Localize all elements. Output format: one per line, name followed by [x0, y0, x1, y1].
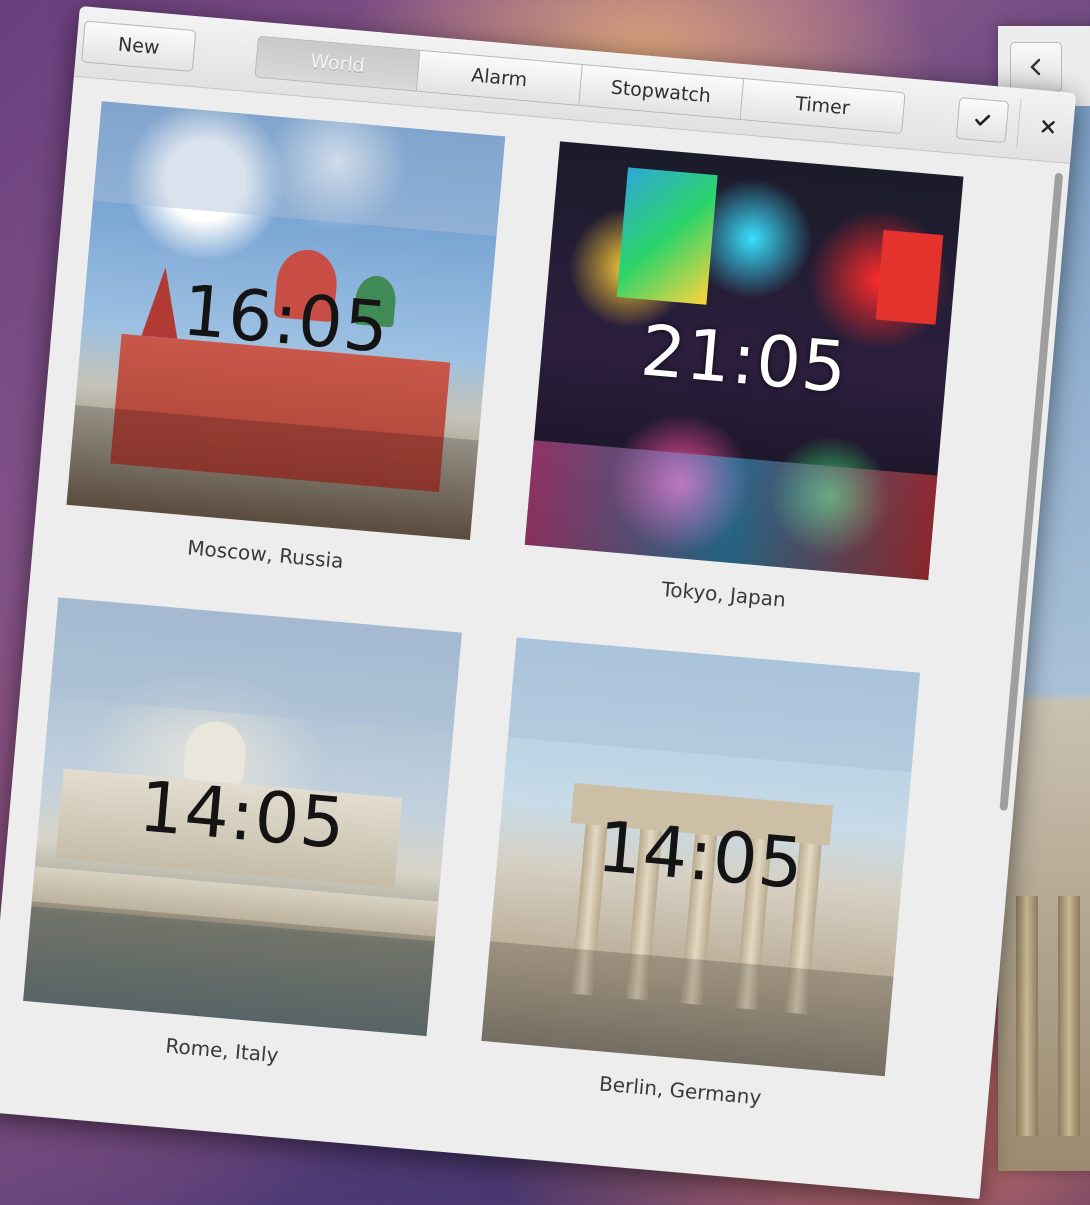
photo-column — [1016, 896, 1038, 1136]
clock-time: 14:05 — [594, 805, 808, 906]
clock-tile-rome[interactable]: 14:05 Rome, Italy — [19, 597, 462, 1080]
tab-timer[interactable]: Timer — [740, 79, 905, 134]
selection-mode-button[interactable] — [955, 96, 1010, 144]
chevron-left-icon — [1030, 58, 1041, 76]
image-band — [93, 101, 506, 237]
photo-column — [1058, 896, 1080, 1136]
tab-alarm[interactable]: Alarm — [417, 50, 583, 105]
header-separator — [1016, 98, 1022, 149]
clock-tile-moscow[interactable]: 16:05 Moscow, Russia — [63, 101, 506, 584]
close-button[interactable] — [1026, 105, 1069, 148]
image-band — [507, 637, 921, 773]
clock-image: 14:05 — [23, 597, 462, 1037]
tab-world[interactable]: World — [255, 36, 421, 91]
back-button[interactable] — [1010, 42, 1062, 92]
clocks-window: New World Alarm Stopwatch Timer 16:05 Mo… — [0, 6, 1077, 1199]
clock-image: 21:05 — [524, 141, 964, 581]
world-clocks-grid: 16:05 Moscow, Russia 21:05 Tokyo, Japan — [0, 77, 1070, 1199]
close-icon — [1041, 120, 1055, 134]
clock-tile-berlin[interactable]: 14:05 Berlin, Germany — [477, 637, 921, 1120]
clock-image: 16:05 — [66, 101, 506, 541]
checkmark-icon — [975, 114, 991, 126]
tab-stopwatch[interactable]: Stopwatch — [578, 65, 744, 119]
clock-tile-tokyo[interactable]: 21:05 Tokyo, Japan — [521, 141, 964, 624]
image-band — [49, 597, 462, 733]
landmark-sign — [875, 229, 944, 325]
new-button[interactable]: New — [81, 20, 197, 73]
clock-image: 14:05 — [481, 637, 921, 1077]
landmark-billboard — [616, 167, 718, 305]
image-band — [481, 941, 894, 1077]
landmark-street — [524, 440, 938, 581]
